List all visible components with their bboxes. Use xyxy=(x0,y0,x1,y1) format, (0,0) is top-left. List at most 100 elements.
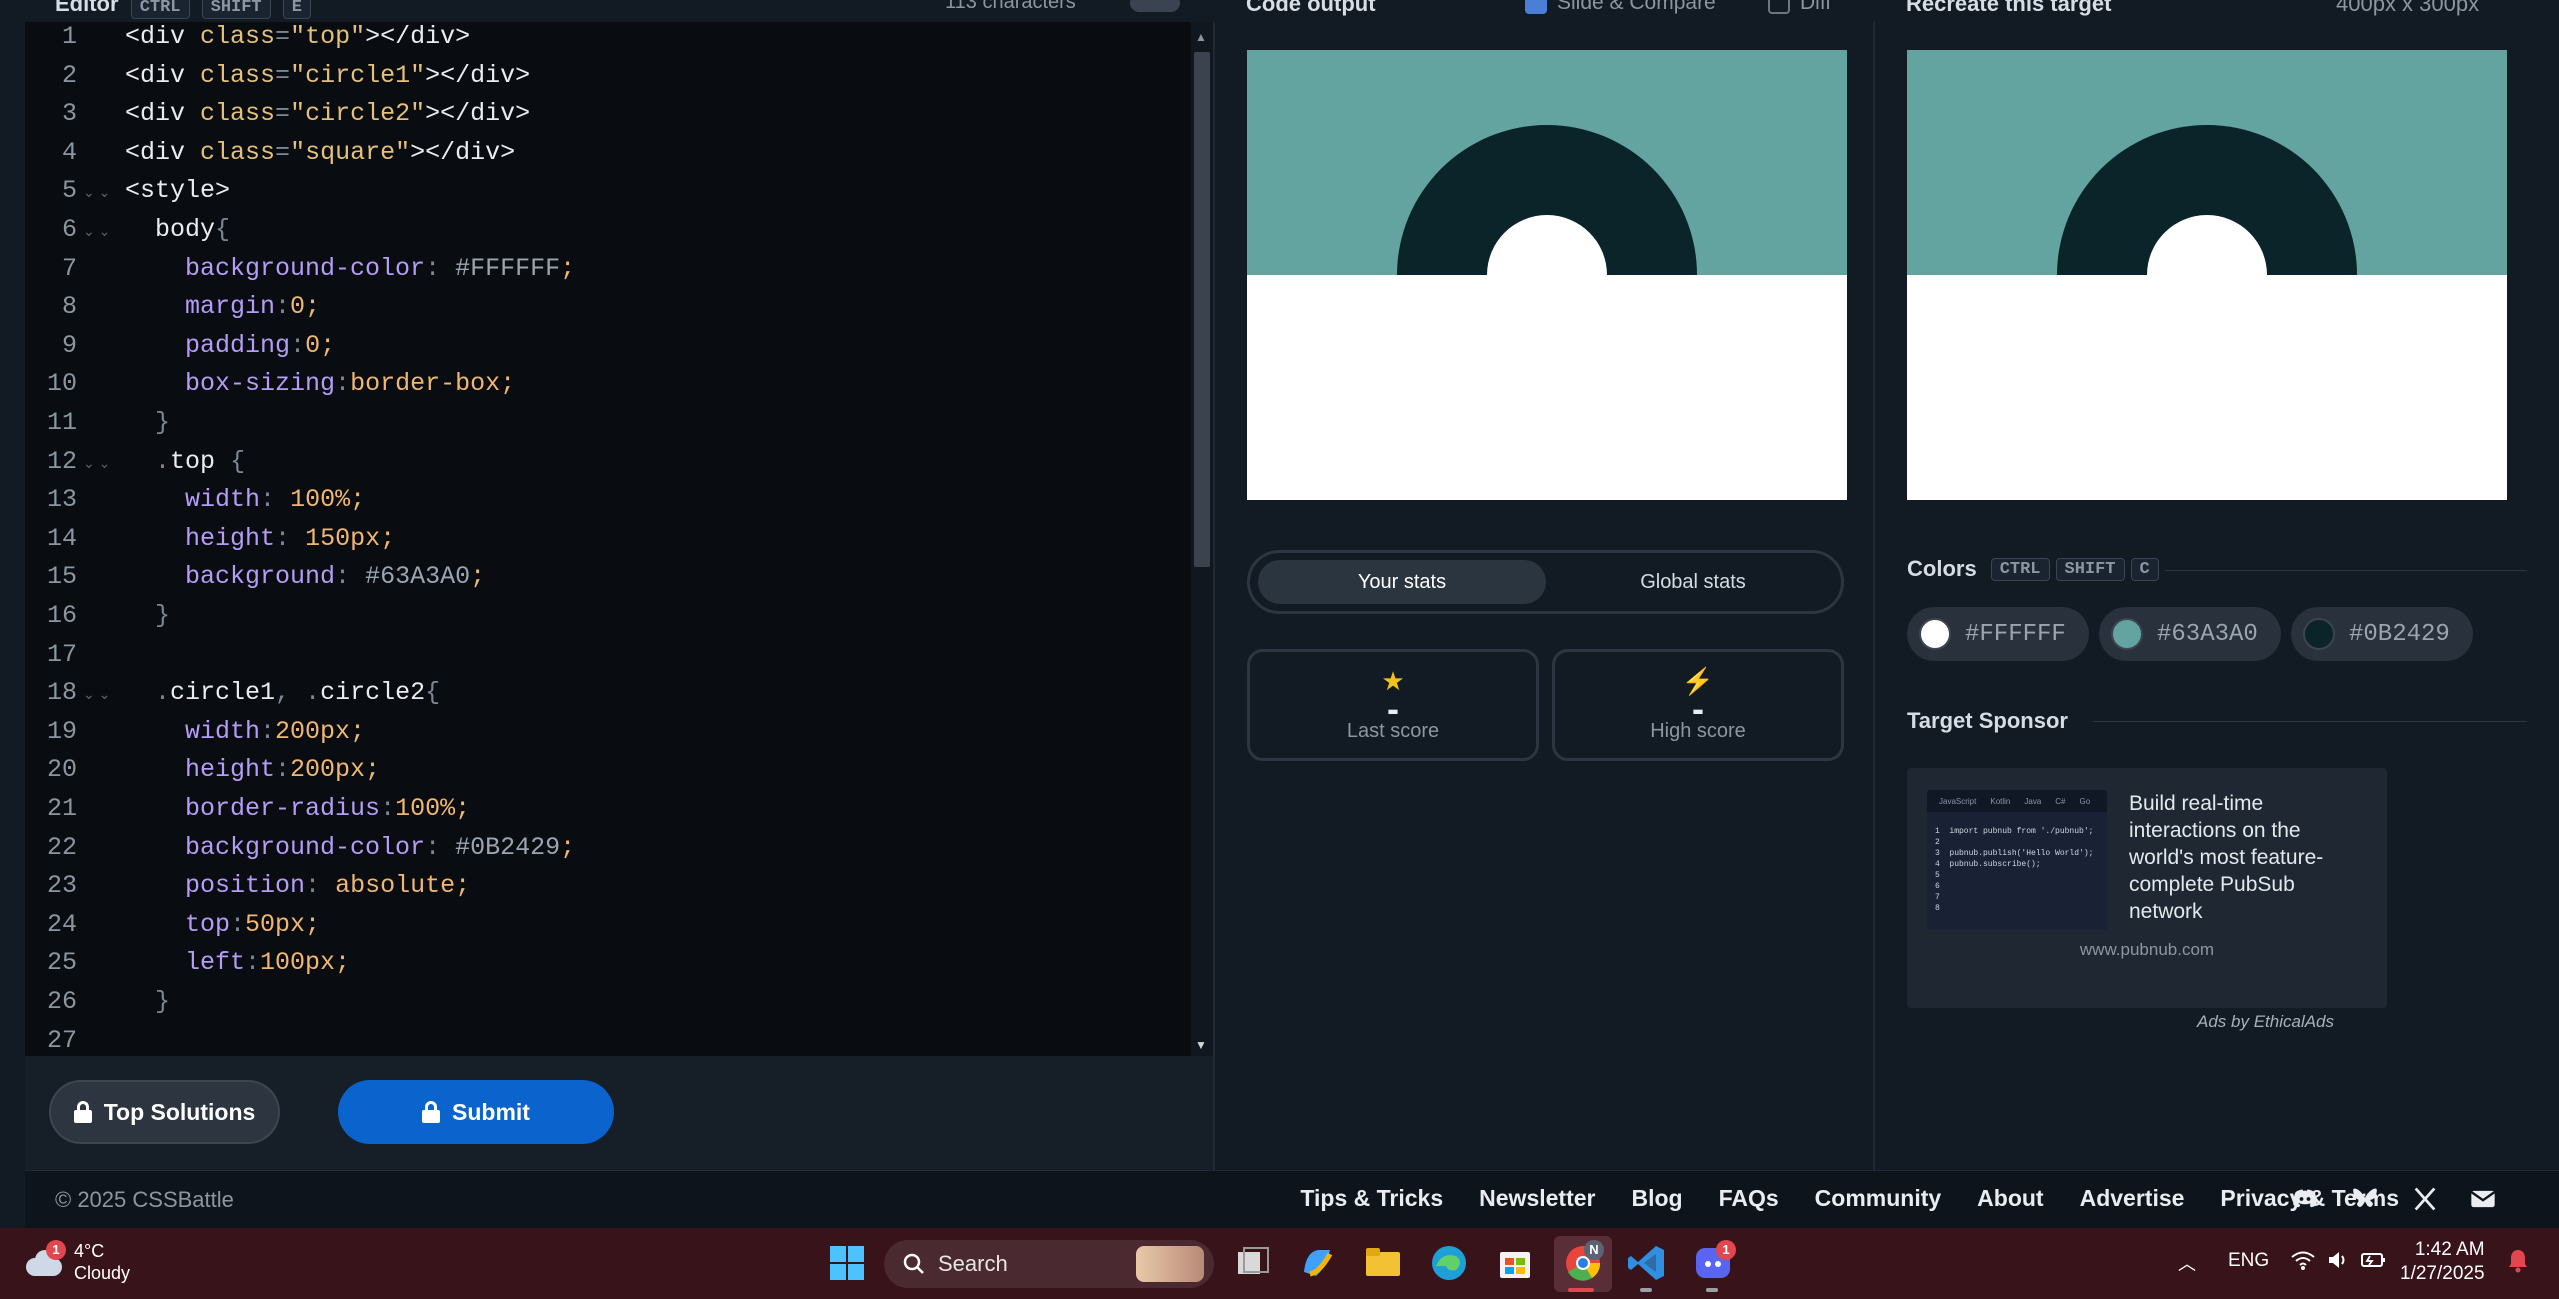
sponsor-image-tab: Go xyxy=(2079,797,2091,806)
footer-link-tips[interactable]: Tips & Tricks xyxy=(1300,1185,1443,1212)
kbd-c: C xyxy=(2130,557,2159,581)
color-swatch-white[interactable]: #FFFFFF xyxy=(1907,607,2089,661)
color-dot xyxy=(2303,618,2335,650)
code-line[interactable]: box-sizing:border-box; xyxy=(125,369,515,398)
footer-link-about[interactable]: About xyxy=(1977,1185,2043,1212)
color-swatch-teal[interactable]: #63A3A0 xyxy=(2099,607,2281,661)
footer-link-faqs[interactable]: FAQs xyxy=(1719,1185,1779,1212)
code-line[interactable]: } xyxy=(125,408,170,437)
code-line[interactable]: .top { xyxy=(125,447,245,476)
notification-bell-icon[interactable] xyxy=(2506,1248,2530,1274)
x-icon[interactable] xyxy=(2411,1185,2439,1213)
scroll-thumb[interactable] xyxy=(1194,52,1210,567)
scroll-up-icon[interactable]: ▲ xyxy=(1195,30,1207,44)
copilot-icon[interactable] xyxy=(1296,1242,1338,1284)
code-line[interactable]: width: 100%; xyxy=(125,485,365,514)
bluesky-icon[interactable] xyxy=(2351,1185,2379,1213)
discord-indicator xyxy=(1706,1288,1718,1292)
store-icon[interactable] xyxy=(1494,1242,1536,1284)
code-line[interactable]: left:100px; xyxy=(125,948,350,977)
wifi-icon[interactable] xyxy=(2290,1248,2316,1272)
colors-heading: Colors CTRL SHIFT C xyxy=(1907,556,2159,582)
line-number: 8 xyxy=(61,292,77,322)
code-line[interactable]: body{ xyxy=(125,215,230,244)
code-line[interactable]: height: 150px; xyxy=(125,524,395,553)
line-number: 19 xyxy=(46,716,77,746)
file-explorer-icon[interactable] xyxy=(1362,1242,1404,1284)
sponsor-image-tabs: JavaScript Kotlin Java C# Go xyxy=(1927,790,2107,812)
top-solutions-button[interactable]: Top Solutions xyxy=(49,1080,280,1144)
discord-badge: 1 xyxy=(1716,1240,1736,1260)
tab-global-stats[interactable]: Global stats xyxy=(1550,560,1836,604)
code-line[interactable]: <div class="top"></div> xyxy=(125,22,470,51)
line-number: 23 xyxy=(46,871,77,901)
code-line[interactable]: background-color: #0B2429; xyxy=(125,833,575,862)
code-line[interactable]: <div class="circle2"></div> xyxy=(125,99,530,128)
code-line[interactable]: position: absolute; xyxy=(125,871,470,900)
code-line[interactable]: } xyxy=(125,601,170,630)
search-highlight-image xyxy=(1136,1246,1204,1282)
code-line[interactable]: background: #63A3A0; xyxy=(125,562,485,591)
output-title: Code output xyxy=(1246,0,1376,16)
footer-link-advertise[interactable]: Advertise xyxy=(2080,1185,2185,1212)
footer-link-blog[interactable]: Blog xyxy=(1631,1185,1682,1212)
fold-chevron-icon[interactable]: ⌄ ⌄ xyxy=(83,223,110,240)
sponsor-card[interactable]: JavaScript Kotlin Java C# Go 1 import pubnub… xyxy=(1907,768,2387,1008)
target-canvas[interactable] xyxy=(1907,50,2507,500)
system-clock[interactable]: 1:42 AM 1/27/2025 xyxy=(2400,1238,2485,1286)
line-number: 5 xyxy=(61,176,77,206)
sponsor-image-tab: C# xyxy=(2055,797,2066,806)
slide-compare-toggle[interactable]: Slide & Compare xyxy=(1525,0,1716,15)
code-line[interactable]: <div class="circle1"></div> xyxy=(125,61,530,90)
target-bottom xyxy=(1907,275,2507,500)
scroll-down-icon[interactable]: ▼ xyxy=(1195,1038,1207,1052)
code-line[interactable]: <style> xyxy=(125,176,230,205)
footer-link-newsletter[interactable]: Newsletter xyxy=(1479,1185,1595,1212)
sponsor-url[interactable]: www.pubnub.com xyxy=(1907,940,2387,960)
taskbar-search[interactable]: Search xyxy=(884,1240,1214,1288)
sponsor-image-code: 1 import pubnub from './pubnub'; 2 3 pub… xyxy=(1935,827,2094,913)
sponsor-text[interactable]: Build real-time interactions on the worl… xyxy=(2129,790,2369,925)
code-line[interactable]: height:200px; xyxy=(125,755,380,784)
code-line[interactable]: .circle1, .circle2{ xyxy=(125,678,440,707)
code-line[interactable]: width:200px; xyxy=(125,717,365,746)
fold-chevron-icon[interactable]: ⌄ ⌄ xyxy=(83,455,110,472)
clock-time: 1:42 AM xyxy=(2414,1239,2485,1260)
footer-link-community[interactable]: Community xyxy=(1815,1185,1942,1212)
mail-icon[interactable] xyxy=(2469,1185,2497,1213)
tray-chevron-up-icon[interactable]: ︿ xyxy=(2178,1250,2196,1276)
weather-badge: 1 xyxy=(46,1240,66,1260)
format-toggle[interactable] xyxy=(1130,0,1180,12)
windows-start-icon[interactable] xyxy=(826,1242,868,1284)
battery-icon[interactable] xyxy=(2360,1248,2388,1272)
volume-icon[interactable] xyxy=(2326,1248,2350,1272)
weather-condition: Cloudy xyxy=(74,1263,131,1283)
line-number: 11 xyxy=(46,408,77,437)
color-swatch-dark[interactable]: #0B2429 xyxy=(2291,607,2473,661)
code-line[interactable]: <div class="square"></div> xyxy=(125,138,515,167)
diff-checkbox[interactable] xyxy=(1768,0,1790,15)
language-indicator[interactable]: ENG xyxy=(2228,1250,2269,1272)
code-line[interactable]: } xyxy=(125,987,170,1016)
ads-by-ethicalads[interactable]: Ads by EthicalAds xyxy=(2197,1012,2334,1032)
fold-chevron-icon[interactable]: ⌄ ⌄ xyxy=(83,184,110,201)
diff-toggle[interactable]: Diff xyxy=(1768,0,1831,15)
fold-chevron-icon[interactable]: ⌄ ⌄ xyxy=(83,686,110,703)
code-line[interactable]: margin:0; xyxy=(125,292,320,321)
code-line[interactable]: top:50px; xyxy=(125,910,320,939)
code-line[interactable]: padding:0; xyxy=(125,331,335,360)
vscode-icon[interactable] xyxy=(1626,1242,1668,1284)
weather-widget[interactable]: 1 4°C Cloudy xyxy=(26,1240,130,1284)
code-line[interactable]: border-radius:100%; xyxy=(125,794,470,823)
discord-icon[interactable] xyxy=(2291,1185,2319,1213)
output-canvas[interactable] xyxy=(1247,50,1847,500)
code-editor[interactable]: 1 2 3 4 5 ⌄ ⌄ 6 ⌄ ⌄ 7 8 9 10 11 12 ⌄ ⌄ 13 14 15 16 17 18 ⌄ ⌄ 1… xyxy=(25,22,1213,1056)
editor-scrollbar[interactable]: ▲ ▼ xyxy=(1191,22,1213,1056)
code-line[interactable]: background-color: #FFFFFF; xyxy=(125,254,575,283)
task-view-icon[interactable] xyxy=(1232,1242,1274,1284)
submit-button[interactable]: Submit xyxy=(338,1080,614,1144)
edge-icon[interactable] xyxy=(1428,1242,1470,1284)
tab-your-stats[interactable]: Your stats xyxy=(1258,560,1546,604)
sponsor-heading: Target Sponsor xyxy=(1907,708,2068,733)
slide-compare-checkbox[interactable] xyxy=(1525,0,1547,15)
